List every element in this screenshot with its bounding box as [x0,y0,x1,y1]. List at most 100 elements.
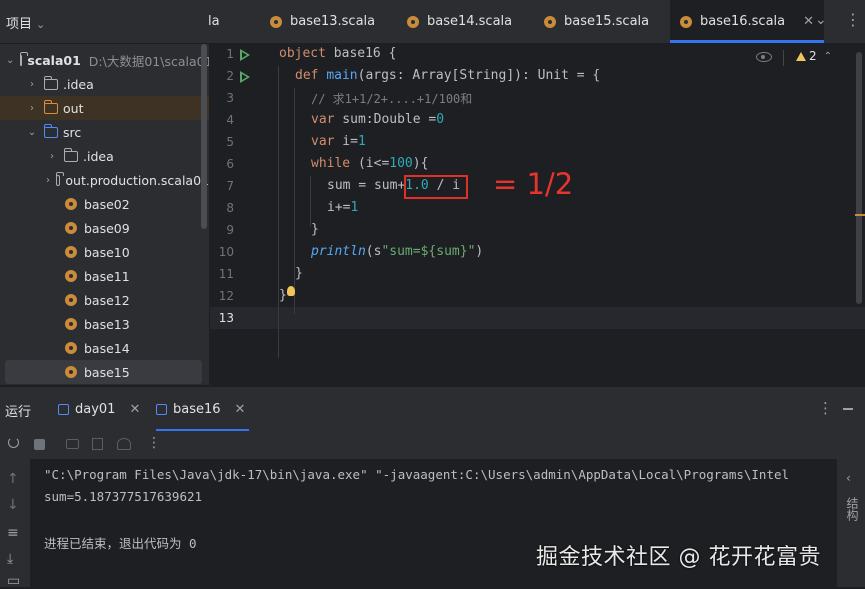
code-line-5: var i=1 [311,134,366,149]
tab-label: base13.scala [290,14,376,29]
arrow-down-icon[interactable]: ↓ [7,497,19,513]
project-tree: ⌄ scala01 D:\大数据01\scala01 › .idea › out… [0,44,209,385]
tree-item-label: scala01 [27,52,81,68]
run-tab-base16[interactable]: base16 ✕ [156,387,250,431]
tree-item-base13[interactable]: base13 [0,312,209,336]
line-number: 6 [226,157,234,171]
line-number: 10 [218,245,234,259]
chevron-right-icon[interactable]: › [46,175,50,186]
run-tab-label: base16 [173,401,221,417]
kebab-menu-icon[interactable]: ⋮ [147,435,161,451]
tree-item-out-production[interactable]: › out.production.scala01 [0,168,209,192]
project-panel-title[interactable]: 项目 ⌄ [6,13,45,32]
stop-icon[interactable] [34,439,45,450]
tree-item-base02[interactable]: base02 [0,192,209,216]
chevron-right-icon[interactable]: › [26,103,38,114]
close-icon[interactable]: ✕ [129,402,140,417]
line-number: 1 [226,47,234,61]
tab-base13[interactable]: base13.scala [270,0,375,43]
run-toolbar: ⋮ [0,431,865,459]
eye-icon[interactable] [756,52,772,62]
chevron-down-icon[interactable]: ⌄ [6,55,14,66]
inspection-warnings[interactable]: 2 ⌃ [796,49,832,63]
scroll-to-end-icon[interactable]: ⤓ [7,551,13,567]
scala-object-icon [65,270,77,282]
run-gutter-icon[interactable] [240,71,250,83]
camera-icon[interactable] [66,439,79,449]
tree-item-base15[interactable]: base15 [5,360,202,384]
tab-base15[interactable]: base15.scala [544,0,649,43]
folder-icon [43,99,58,114]
tree-item-label: .idea [83,148,114,164]
kebab-menu-icon[interactable]: ⋮ [818,399,833,417]
line-number: 11 [218,267,234,281]
structure-tool-label[interactable]: 结构 [844,497,861,521]
tab-partial[interactable]: la [208,0,220,43]
console-output[interactable]: ↑ ↓ ≡ ⤓ ▭ "C:\Program Files\Java\jdk-17\… [0,459,865,589]
chevron-down-icon[interactable]: ⌄ [815,12,827,28]
sidebar-scrollbar[interactable] [201,44,207,229]
tab-label: base16.scala [700,14,786,29]
indent-guide [278,66,279,358]
line-number: 4 [226,113,234,127]
editor-scrollbar[interactable] [856,52,862,304]
tab-label: base14.scala [427,14,513,29]
code-editor[interactable]: 1 2 3 4 5 6 7 8 9 10 11 12 13 object bas… [210,44,865,385]
chevron-right-icon[interactable]: › [26,79,38,90]
tree-item-base12[interactable]: base12 [0,288,209,312]
scala-object-icon [65,246,77,258]
chevron-down-icon[interactable]: ⌄ [26,127,38,138]
run-gutter-icon[interactable] [240,49,250,61]
code-line-8: i+=1 [327,200,359,215]
console-line: "C:\Program Files\Java\jdk-17\bin\java.e… [44,467,790,482]
folder-icon [63,147,78,162]
run-tab-day01[interactable]: day01 ✕ [58,387,140,431]
scrollbar-marker [855,214,865,216]
rerun-icon[interactable] [8,437,19,448]
chevron-up-icon[interactable]: ⌃ [824,51,832,62]
minimize-icon[interactable] [843,408,853,410]
chevron-left-icon[interactable]: ‹ [846,471,851,485]
scala-object-icon [65,222,77,234]
run-tab-label: day01 [75,401,116,417]
current-line-highlight [210,307,865,329]
line-number: 2 [226,69,234,83]
scala-object-icon [65,318,77,330]
tree-item-label: .idea [63,76,94,92]
code-line-6: while (i<=100){ [311,156,429,171]
kebab-menu-icon[interactable]: ⋮ [845,10,861,29]
import-icon[interactable] [92,438,103,450]
package-icon [55,171,65,186]
close-icon[interactable]: ✕ [803,14,814,29]
tab-base14[interactable]: base14.scala [407,0,512,43]
tree-item-idea[interactable]: › .idea [0,72,209,96]
tree-item-src[interactable]: ⌄ src [0,120,209,144]
watermark: 掘金技术社区 @ 花开花富贵 [536,545,821,570]
tree-item-base10[interactable]: base10 [0,240,209,264]
tree-item-scala01[interactable]: ⌄ scala01 D:\大数据01\scala01 [0,48,209,72]
soft-wrap-icon[interactable]: ≡ [7,525,19,541]
annotation-text: = 1/2 [493,167,574,201]
tab-base16[interactable]: base16.scala ✕ [670,0,825,43]
tree-item-base11[interactable]: base11 [0,264,209,288]
scala-file-icon [270,15,282,28]
code-line-1: object base16 { [279,46,397,61]
tree-item-base09[interactable]: base09 [0,216,209,240]
profiler-icon[interactable] [117,438,131,450]
tree-item-out[interactable]: › out [0,96,209,120]
tree-item-label: base13 [84,316,130,332]
run-config-icon [156,403,167,415]
warnings-count: 2 [809,49,817,63]
close-icon[interactable]: ✕ [235,402,246,417]
tree-item-base14[interactable]: base14 [0,336,209,360]
tree-item-label: base10 [84,244,130,260]
tree-item-label: base12 [84,292,130,308]
chevron-right-icon[interactable]: › [46,151,58,162]
tree-item-src-idea[interactable]: › .idea [0,144,209,168]
top-bar: 项目 ⌄ la base13.scala base14.scala base15.… [0,0,865,44]
tree-item-label: base15 [84,364,130,380]
lightbulb-icon[interactable] [287,286,295,296]
scala-object-icon [65,366,77,378]
arrow-up-icon[interactable]: ↑ [7,471,19,487]
source-folder-icon [43,123,58,138]
